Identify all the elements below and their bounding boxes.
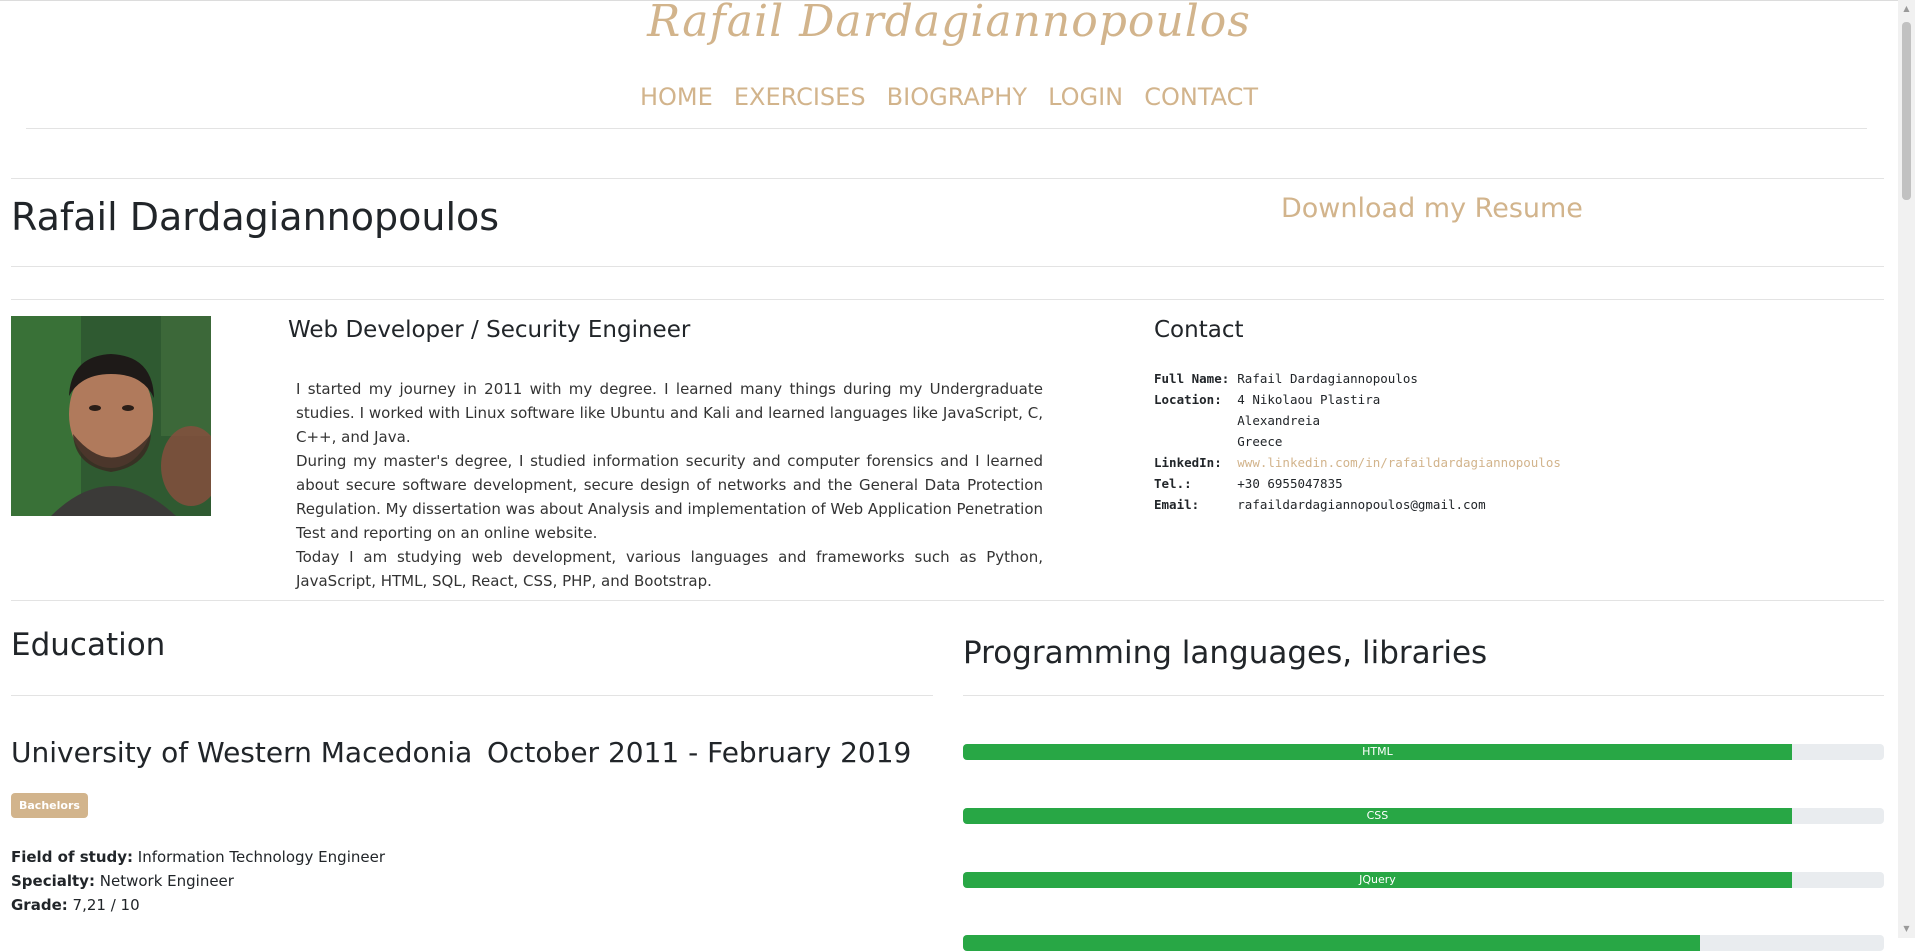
divider bbox=[963, 695, 1884, 696]
skill-bar-css: CSS bbox=[963, 808, 1884, 824]
scroll-down-icon[interactable]: ▼ bbox=[1902, 924, 1911, 934]
full-name-value: Rafail Dardagiannopoulos bbox=[1237, 371, 1418, 386]
location-value: 4 Nikolaou Plastira Alexandreia Greece bbox=[1237, 389, 1561, 452]
skill-fill-partial bbox=[963, 935, 1700, 951]
degree-badge: Bachelors bbox=[11, 793, 88, 818]
study-period: October 2011 - February 2019 bbox=[487, 736, 912, 769]
location-line: 4 Nikolaou Plastira bbox=[1237, 392, 1381, 407]
bio-paragraph: During my master's degree, I studied inf… bbox=[296, 452, 1043, 542]
grade-label: Grade: bbox=[11, 896, 68, 914]
page-title: Rafail Dardagiannopoulos bbox=[11, 195, 500, 239]
divider bbox=[11, 695, 933, 696]
location-line: Greece bbox=[1237, 434, 1283, 449]
contact-table: Full Name: Rafail Dardagiannopoulos Loca… bbox=[1154, 368, 1561, 515]
scrollbar-thumb[interactable] bbox=[1902, 22, 1911, 200]
field-value: Information Technology Engineer bbox=[137, 848, 385, 866]
linkedin-label: LinkedIn: bbox=[1154, 455, 1222, 470]
scroll-up-icon[interactable]: ▲ bbox=[1902, 4, 1911, 14]
specialty-label: Specialty: bbox=[11, 872, 95, 890]
nav-login[interactable]: LOGIN bbox=[1048, 83, 1123, 111]
bio-text: I started my journey in 2011 with my deg… bbox=[296, 377, 1043, 593]
divider bbox=[11, 299, 1884, 300]
location-label: Location: bbox=[1154, 392, 1222, 407]
skill-bar-jquery: JQuery bbox=[963, 872, 1884, 888]
nav-contact[interactable]: CONTACT bbox=[1144, 83, 1258, 111]
location-line: Alexandreia bbox=[1237, 413, 1321, 428]
full-name-label: Full Name: bbox=[1154, 371, 1230, 386]
tel-value: +30 6955047835 bbox=[1237, 476, 1343, 491]
bio-paragraph: I started my journey in 2011 with my deg… bbox=[296, 380, 1043, 446]
nav-exercises[interactable]: EXERCISES bbox=[734, 83, 866, 111]
skill-bar-html: HTML bbox=[963, 744, 1884, 760]
specialty: Specialty: Network Engineer bbox=[11, 872, 234, 890]
email-value: rafaildardagiannopoulos@gmail.com bbox=[1237, 497, 1486, 512]
skill-fill-css: CSS bbox=[963, 808, 1792, 824]
specialty-value: Network Engineer bbox=[99, 872, 234, 890]
divider bbox=[11, 600, 1884, 601]
bio-paragraph: Today I am studying web development, var… bbox=[296, 548, 1043, 590]
main-nav: HOME EXERCISES BIOGRAPHY LOGIN CONTACT bbox=[0, 83, 1898, 111]
grade: Grade: 7,21 / 10 bbox=[11, 896, 140, 914]
divider bbox=[11, 266, 1884, 267]
divider bbox=[11, 178, 1884, 179]
skill-fill-html: HTML bbox=[963, 744, 1792, 760]
nav-divider bbox=[26, 128, 1867, 129]
email-label: Email: bbox=[1154, 497, 1200, 512]
nav-home[interactable]: HOME bbox=[640, 83, 713, 111]
grade-value: 7,21 / 10 bbox=[72, 896, 140, 914]
education-heading: Education bbox=[11, 627, 166, 663]
profile-photo bbox=[11, 316, 211, 516]
download-resume-link[interactable]: Download my Resume bbox=[1281, 193, 1583, 224]
school-name: University of Western Macedonia bbox=[11, 736, 473, 769]
site-title: Rafail Dardagiannopoulos bbox=[647, 0, 1251, 47]
contact-heading: Contact bbox=[1154, 317, 1244, 343]
skills-heading: Programming languages, libraries bbox=[963, 635, 1488, 671]
skill-bar-partial bbox=[963, 935, 1884, 951]
portrait-image bbox=[11, 316, 211, 516]
tel-label: Tel.: bbox=[1154, 476, 1192, 491]
field-label: Field of study: bbox=[11, 848, 134, 866]
linkedin-link[interactable]: www.linkedin.com/in/rafaildardagiannopou… bbox=[1237, 455, 1561, 470]
field-of-study: Field of study: Information Technology E… bbox=[11, 848, 385, 866]
job-title: Web Developer / Security Engineer bbox=[288, 317, 691, 343]
nav-biography[interactable]: BIOGRAPHY bbox=[887, 83, 1027, 111]
skill-fill-jquery: JQuery bbox=[963, 872, 1792, 888]
